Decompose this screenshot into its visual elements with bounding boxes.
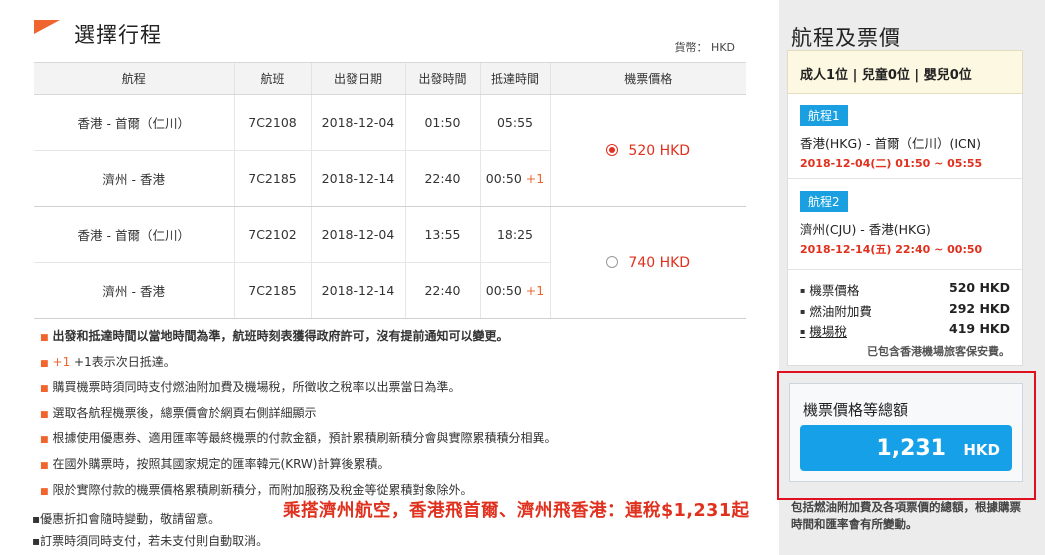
fare-option-1[interactable]: 520 HKD <box>549 94 746 207</box>
list-item: ▪訂票時須同時支付，若未支付則自動取消。 <box>32 534 269 548</box>
fare-price: 520 HKD <box>628 142 691 159</box>
segment-time: 2018-12-14(五) 22:40 ~ 00:50 <box>800 243 983 256</box>
bullet-icon: ■ <box>40 409 49 420</box>
depart-time-cell: 13:55 <box>404 206 480 263</box>
passenger-summary: 成人1位 | 兒童0位 | 嬰兒0位 <box>787 50 1023 94</box>
bullet-icon: ■ <box>40 384 49 395</box>
column-header: 抵達時間 <box>479 62 550 95</box>
brand-logo-icon <box>34 20 60 34</box>
sidebar-footer-note: 包括燃油附加費及各項票價的總額，根據購票時間和匯率會有所變動。 <box>791 500 1021 531</box>
column-header: 航班 <box>233 62 311 95</box>
date-cell: 2018-12-14 <box>310 150 405 207</box>
segment-route: 濟州(CJU) - 香港(HKG) <box>800 222 931 237</box>
notes-list: ■ 出發和抵達時間以當地時間為準，航班時刻表獲得政府許可，沒有提前通知可以變更。 … <box>40 325 780 504</box>
list-item: ■ 出發和抵達時間以當地時間為準，航班時刻表獲得政府許可，沒有提前通知可以變更。 <box>40 329 509 343</box>
flight-number-cell: 7C2185 <box>233 150 311 207</box>
list-item: ■ 購買機票時須同時支付燃油附加費及機場稅，所徵收之稅率以出票當日為準。 <box>40 380 461 395</box>
route-cell: 香港 - 首爾（仁川） <box>34 94 234 151</box>
sidebar-title: 航程及票價 <box>791 26 901 50</box>
fare-note: 已包含香港機場旅客保安費。 <box>867 344 1010 358</box>
fare-row: 燃油附加費292 HKD <box>800 301 1010 322</box>
fare-row: 機場稅419 HKD <box>800 321 1010 342</box>
fare-breakdown: 機票價格520 HKD 燃油附加費292 HKD 機場稅419 HKD 已包含香… <box>787 270 1023 366</box>
segment-card: 航程1 香港(HKG) - 首爾（仁川）(ICN) 2018-12-04(二) … <box>787 94 1023 179</box>
airport-tax-link[interactable]: 機場稅 <box>800 321 847 342</box>
extra-notes: ▪優惠折扣會隨時變動，敬請留意。 ▪訂票時須同時支付，若未支付則自動取消。 <box>32 508 268 552</box>
fare-price: 740 HKD <box>628 254 691 271</box>
next-day-marker: +1 <box>525 171 545 186</box>
promo-caption: 乘搭濟州航空，香港飛首爾、濟州飛香港：連稅$1,231起 <box>283 501 750 521</box>
next-day-marker: +1 <box>52 354 71 369</box>
flight-number-cell: 7C2102 <box>233 206 311 263</box>
bullet-icon: ■ <box>40 333 49 343</box>
table-row: 香港 - 首爾（仁川） 7C2102 2018-12-04 13:55 18:2… <box>34 206 746 319</box>
column-header: 航程 <box>34 62 234 95</box>
fare-row: 機票價格520 HKD <box>800 280 1010 301</box>
arrive-time: 00:50 <box>485 283 522 298</box>
arrive-time-cell: 05:55 <box>479 94 550 151</box>
page-title: 選擇行程 <box>74 23 162 47</box>
route-cell: 濟州 - 香港 <box>34 150 234 207</box>
column-header: 出發日期 <box>310 62 405 95</box>
column-header: 出發時間 <box>404 62 480 95</box>
list-item: ■ +1 +1表示次日抵達。 <box>40 354 176 369</box>
date-cell: 2018-12-14 <box>310 262 405 319</box>
column-header: 機票價格 <box>549 62 746 95</box>
arrive-time: 00:50 <box>485 171 522 186</box>
list-item: ▪優惠折扣會隨時變動，敬請留意。 <box>32 512 221 526</box>
currency-label: 貨幣： HKD <box>674 41 735 54</box>
arrive-time-cell: 00:50 +1 <box>479 262 550 319</box>
arrive-time-cell: 18:25 <box>479 206 550 263</box>
flight-selection-panel: 選擇行程 貨幣： HKD 航程 航班 出發日期 出發時間 抵達時間 機票價格 香… <box>0 0 785 555</box>
highlight-frame <box>777 371 1036 500</box>
segment-route: 香港(HKG) - 首爾（仁川）(ICN) <box>800 136 982 151</box>
table-header-row: 航程 航班 出發日期 出發時間 抵達時間 機票價格 <box>34 62 746 95</box>
list-item: ■ 選取各航程機票後，總票價會於網頁右側詳細顯示 <box>40 405 317 420</box>
list-item: ■ 根據使用優惠券、適用匯率等最終機票的付款金額，預計累積刷新積分會與實際累積積分… <box>40 431 557 446</box>
segment-card: 航程2 濟州(CJU) - 香港(HKG) 2018-12-14(五) 22:4… <box>787 179 1023 270</box>
date-cell: 2018-12-04 <box>310 206 405 263</box>
arrive-time-cell: 00:50 +1 <box>479 150 550 207</box>
date-cell: 2018-12-04 <box>310 94 405 151</box>
depart-time-cell: 22:40 <box>404 262 480 319</box>
bullet-icon: ■ <box>40 486 49 497</box>
next-day-marker: +1 <box>525 283 545 298</box>
route-cell: 濟州 - 香港 <box>34 262 234 319</box>
bullet-icon: ■ <box>40 358 49 369</box>
bullet-icon: ■ <box>40 460 49 471</box>
depart-time-cell: 01:50 <box>404 94 480 151</box>
table-row: 香港 - 首爾（仁川） 7C2108 2018-12-04 01:50 05:5… <box>34 94 746 207</box>
flight-number-cell: 7C2108 <box>233 94 311 151</box>
list-item: ■ 在國外購票時，按照其國家規定的匯率韓元(KRW)計算後累積。 <box>40 456 390 471</box>
bullet-icon: ■ <box>40 435 49 446</box>
depart-time-cell: 22:40 <box>404 150 480 207</box>
flight-options-table: 航程 航班 出發日期 出發時間 抵達時間 機票價格 香港 - 首爾（仁川） 7C… <box>34 62 746 319</box>
radio-unselected-icon[interactable] <box>606 255 619 268</box>
fare-option-2[interactable]: 740 HKD <box>549 206 746 319</box>
flight-number-cell: 7C2185 <box>233 262 311 319</box>
segment-tag: 航程2 <box>800 191 848 212</box>
route-cell: 香港 - 首爾（仁川） <box>34 206 234 263</box>
segment-time: 2018-12-04(二) 01:50 ~ 05:55 <box>800 157 983 170</box>
segment-tag: 航程1 <box>800 105 848 126</box>
radio-selected-icon[interactable] <box>606 143 619 156</box>
